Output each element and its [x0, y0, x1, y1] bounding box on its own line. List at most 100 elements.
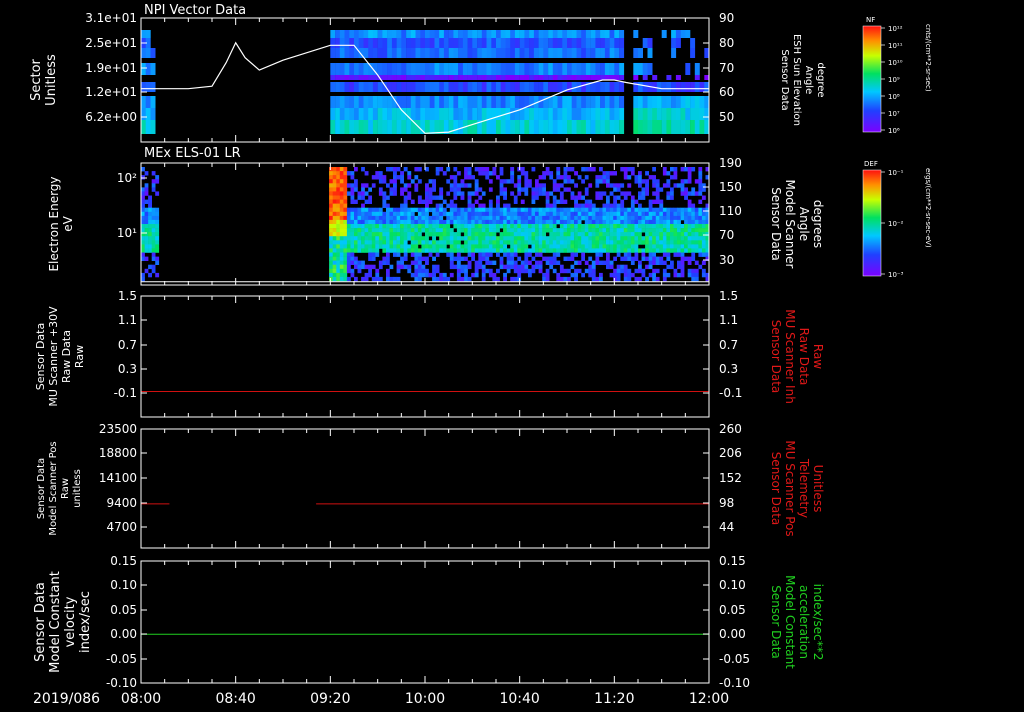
- heatmap-cell: [361, 260, 365, 265]
- heatmap-cell: [576, 96, 582, 108]
- right-tick-label: 260: [719, 422, 742, 436]
- heatmap-cell: [471, 211, 475, 217]
- heatmap-cell: [428, 199, 433, 204]
- heatmap-cell: [464, 276, 468, 282]
- heatmap-cell: [524, 228, 529, 233]
- heatmap-cell: [488, 240, 493, 245]
- heatmap-cell: [673, 171, 678, 176]
- heatmap-cell: [453, 120, 459, 134]
- heatmap-cell: [570, 256, 575, 261]
- heatmap-cell: [619, 108, 625, 120]
- heatmap-cell: [570, 264, 575, 270]
- heatmap-cell: [414, 268, 419, 274]
- heatmap-cell: [538, 232, 543, 237]
- heatmap-cell: [538, 228, 543, 233]
- heatmap-cell: [386, 256, 390, 261]
- heatmap-cell: [417, 215, 422, 221]
- heatmap-cell: [677, 248, 681, 253]
- heatmap-cell: [513, 240, 518, 245]
- heatmap-cell: [329, 191, 333, 196]
- heatmap-cell: [407, 207, 412, 213]
- heatmap-cell: [680, 215, 685, 221]
- left-tick-label: 10²: [117, 171, 137, 185]
- heatmap-cell: [634, 224, 639, 229]
- heatmap-cell: [680, 108, 686, 120]
- heatmap-cell: [393, 167, 397, 172]
- heatmap-cell: [339, 268, 344, 274]
- right-tick-label: 60: [719, 85, 734, 99]
- heatmap-cell: [471, 244, 475, 249]
- heatmap-cell: [329, 207, 333, 213]
- heatmap-cell: [421, 240, 426, 245]
- heatmap-cell: [609, 236, 614, 241]
- heatmap-cell: [545, 211, 550, 217]
- heatmap-cell: [619, 30, 625, 38]
- heatmap-cell: [421, 236, 426, 241]
- heatmap-cell: [439, 244, 444, 249]
- heatmap-cell: [591, 244, 596, 249]
- heatmap-cell: [666, 82, 672, 92]
- heatmap-cell: [332, 256, 337, 261]
- heatmap-cell: [528, 211, 532, 217]
- heatmap-cell: [647, 96, 653, 108]
- heatmap-cell: [687, 199, 692, 204]
- heatmap-cell: [467, 75, 473, 80]
- heatmap-cell: [645, 240, 649, 245]
- heatmap-cell: [453, 38, 459, 48]
- heatmap-cell: [519, 48, 525, 58]
- heatmap-cell: [655, 260, 660, 265]
- heatmap-cell: [330, 75, 336, 80]
- heatmap-cell: [453, 30, 459, 38]
- heatmap-cell: [375, 248, 380, 253]
- panel5-ylabel-right: acceleration: [797, 585, 811, 659]
- heatmap-cell: [382, 224, 387, 229]
- heatmap-cell: [638, 240, 642, 245]
- heatmap-cell: [378, 224, 383, 229]
- heatmap-cell: [581, 179, 585, 184]
- heatmap-cell: [505, 30, 511, 38]
- heatmap-cell: [673, 167, 678, 172]
- heatmap-cell: [538, 38, 544, 48]
- heatmap-cell: [595, 219, 600, 225]
- heatmap-cell: [467, 199, 472, 204]
- heatmap-cell: [375, 207, 380, 213]
- heatmap-cell: [574, 224, 578, 229]
- heatmap-cell: [456, 244, 461, 249]
- heatmap-cell: [151, 228, 156, 233]
- heatmap-cell: [393, 244, 397, 249]
- heatmap-cell: [401, 75, 407, 80]
- heatmap-cell: [535, 224, 539, 229]
- heatmap-cell: [496, 248, 500, 253]
- heatmap-cell: [481, 256, 486, 261]
- heatmap-cell: [350, 224, 355, 229]
- heatmap-cell: [491, 120, 497, 134]
- heatmap-cell: [609, 272, 614, 278]
- heatmap-cell: [517, 272, 522, 278]
- heatmap-cell: [389, 240, 394, 245]
- heatmap-cell: [350, 248, 355, 253]
- heatmap-cell: [599, 219, 603, 225]
- heatmap-cell: [524, 224, 529, 229]
- heatmap-cell: [378, 211, 383, 217]
- heatmap-cell: [577, 224, 582, 229]
- heatmap-cell: [442, 224, 447, 229]
- heatmap-cell: [339, 82, 345, 92]
- heatmap-cell: [584, 219, 589, 225]
- heatmap-cell: [456, 232, 461, 237]
- heatmap-cell: [391, 82, 397, 92]
- heatmap-cell: [591, 240, 596, 245]
- heatmap-cell: [425, 224, 429, 229]
- heatmap-cell: [584, 244, 589, 249]
- heatmap-cell: [474, 179, 479, 184]
- heatmap-cell: [567, 232, 571, 237]
- heatmap-cell: [339, 167, 344, 172]
- heatmap-cell: [691, 207, 696, 213]
- heatmap-cell: [421, 256, 426, 261]
- heatmap-cell: [378, 175, 383, 180]
- heatmap-cell: [372, 82, 378, 92]
- heatmap-cell: [386, 211, 390, 217]
- heatmap-cell: [662, 224, 667, 229]
- heatmap-cell: [425, 191, 429, 196]
- heatmap-cell: [371, 228, 376, 233]
- heatmap-cell: [510, 248, 515, 253]
